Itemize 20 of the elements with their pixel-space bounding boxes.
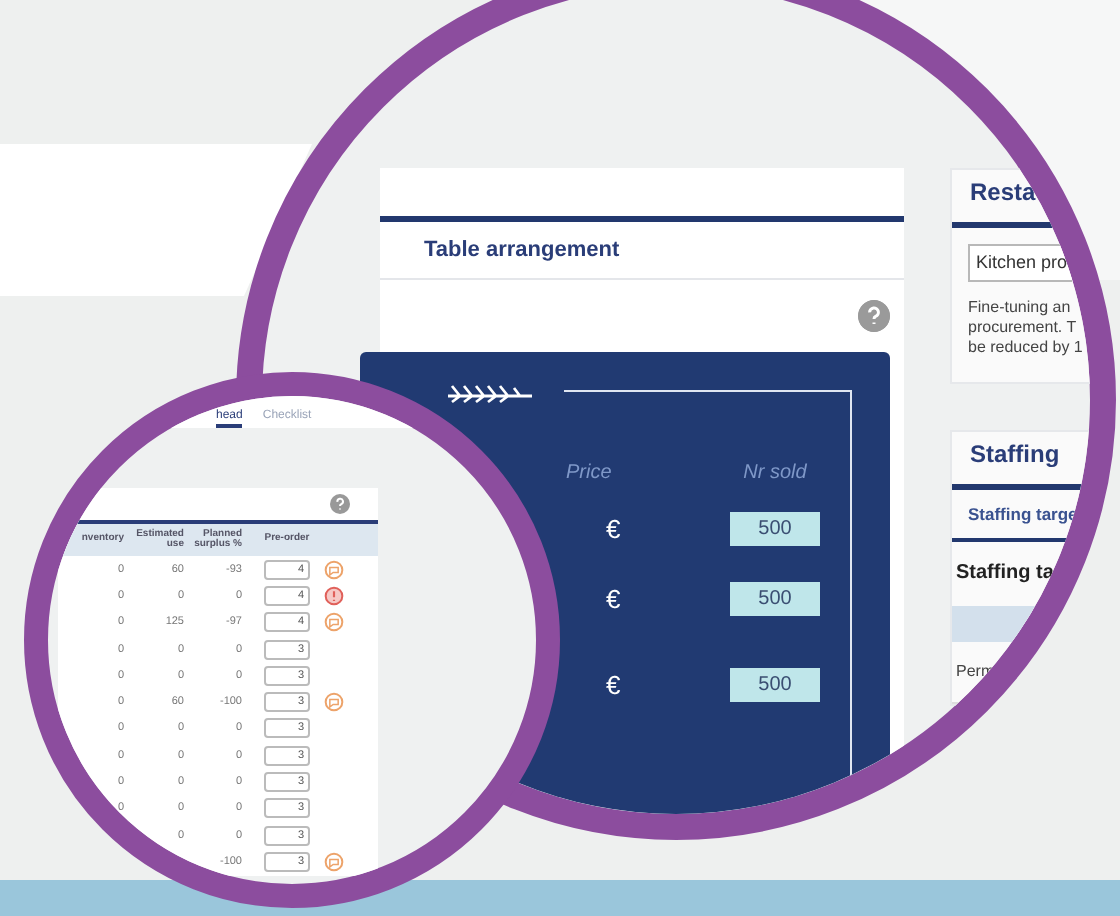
alert-icon[interactable] bbox=[324, 585, 344, 606]
euro-sign: € bbox=[604, 514, 623, 544]
euro-sign: € bbox=[604, 584, 623, 614]
section-title: Table arrangement bbox=[424, 238, 620, 262]
dropdown[interactable]: Kitchen pro bbox=[968, 244, 1072, 282]
column-header: Nr sold bbox=[743, 461, 807, 483]
card-title: Staffing bbox=[952, 432, 1090, 490]
quantity-field[interactable]: 500 bbox=[730, 582, 820, 616]
help-icon[interactable] bbox=[330, 494, 350, 514]
help-icon[interactable] bbox=[858, 300, 890, 332]
comment-icon[interactable] bbox=[324, 851, 344, 872]
quantity-field[interactable]: 500 bbox=[730, 512, 820, 546]
description-text: Fine-tuning an procurement. T be reduced by 1 bbox=[968, 298, 1085, 358]
euro-sign: € bbox=[604, 670, 623, 700]
column-header: Price bbox=[566, 461, 614, 483]
comment-icon[interactable] bbox=[324, 692, 344, 713]
laurel-icon bbox=[444, 380, 536, 404]
quantity-field[interactable]: 500 bbox=[730, 668, 820, 702]
comment-icon[interactable] bbox=[324, 559, 344, 580]
comment-icon[interactable] bbox=[324, 612, 344, 633]
